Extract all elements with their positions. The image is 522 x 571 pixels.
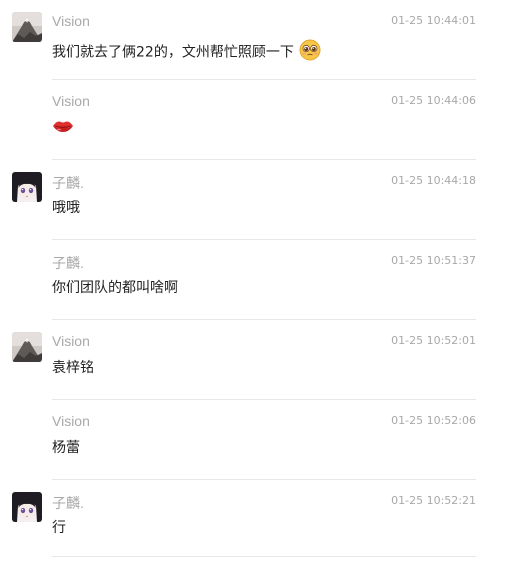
sender-name: 子麟. bbox=[52, 255, 84, 271]
message-timestamp: 01-25 10:52:06 bbox=[391, 414, 476, 427]
sender-name: Vision bbox=[52, 13, 90, 29]
message-item: 子麟. 01-25 10:52:21 行 bbox=[0, 480, 522, 560]
message-text: 行 bbox=[52, 520, 66, 536]
message-item: Vision 01-25 10:52:01 袁梓铭 bbox=[0, 320, 522, 400]
message-text: 杨蕾 bbox=[52, 440, 80, 456]
message-timestamp: 01-25 10:44:01 bbox=[391, 14, 476, 27]
lips-emoji bbox=[52, 119, 74, 138]
message-text: 袁梓铭 bbox=[52, 360, 94, 376]
message-text: 哦哦 bbox=[52, 200, 80, 216]
message-timestamp: 01-25 10:52:21 bbox=[391, 494, 476, 507]
message-text-body: 我们就去了俩22的，文州帮忙照顾一下 bbox=[52, 44, 294, 61]
message-divider bbox=[52, 556, 476, 557]
sender-name: Vision bbox=[52, 413, 90, 429]
message-item: Vision 01-25 10:52:06 杨蕾 bbox=[0, 400, 522, 480]
anime-girl-avatar[interactable] bbox=[12, 492, 42, 522]
message-item: 子麟. 01-25 10:51:37 你们团队的都叫啥啊 bbox=[0, 240, 522, 320]
message-timestamp: 01-25 10:51:37 bbox=[391, 254, 476, 267]
sender-name: 子麟. bbox=[52, 495, 84, 511]
message-timestamp: 01-25 10:44:06 bbox=[391, 94, 476, 107]
message-item: Vision 01-25 10:44:06 bbox=[0, 80, 522, 160]
mountain-avatar[interactable] bbox=[12, 12, 42, 42]
mountain-avatar[interactable] bbox=[12, 332, 42, 362]
message-timestamp: 01-25 10:44:18 bbox=[391, 174, 476, 187]
sender-name: Vision bbox=[52, 93, 90, 109]
anime-girl-avatar[interactable] bbox=[12, 172, 42, 202]
message-timestamp: 01-25 10:52:01 bbox=[391, 334, 476, 347]
chat-message-list: Vision 01-25 10:44:01 我们就去了俩22的，文州帮忙照顾一下 bbox=[0, 0, 522, 571]
message-text bbox=[52, 119, 74, 138]
sender-name: Vision bbox=[52, 333, 90, 349]
message-item: 子麟. 01-25 10:44:18 哦哦 bbox=[0, 160, 522, 240]
sender-name: 子麟. bbox=[52, 175, 84, 191]
pleading-face-emoji bbox=[299, 39, 321, 66]
message-text: 我们就去了俩22的，文州帮忙照顾一下 bbox=[52, 39, 321, 66]
message-text: 你们团队的都叫啥啊 bbox=[52, 280, 178, 296]
message-item: Vision 01-25 10:44:01 我们就去了俩22的，文州帮忙照顾一下 bbox=[0, 0, 522, 80]
